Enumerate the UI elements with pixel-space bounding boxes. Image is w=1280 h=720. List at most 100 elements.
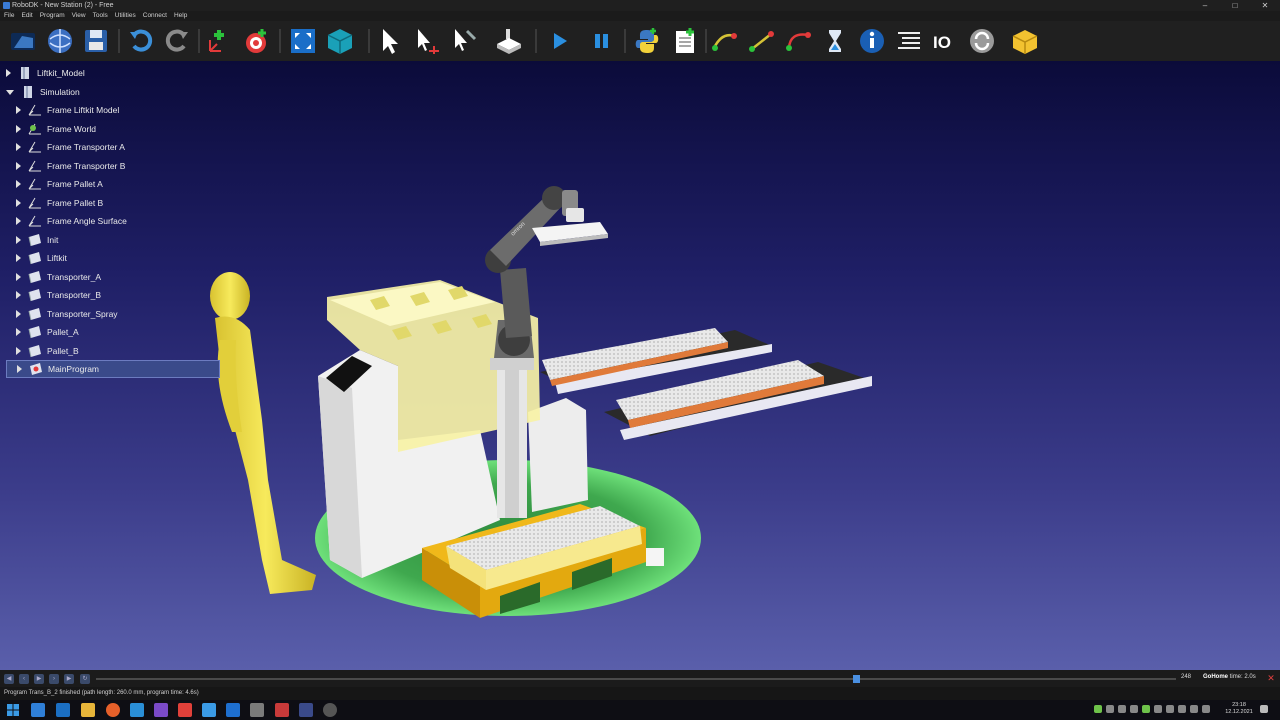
menu-view[interactable]: View	[72, 11, 86, 21]
tree-item-simulation[interactable]: Simulation	[6, 83, 80, 101]
3d-viewport[interactable]: omron Liftkit_Model Simulation Frame Lif…	[0, 61, 1280, 670]
minimize-button[interactable]: –	[1190, 0, 1220, 11]
taskbar-app-icon[interactable]	[202, 703, 216, 717]
expand-arrow-icon[interactable]	[16, 291, 21, 299]
select-icon[interactable]	[373, 24, 407, 58]
move-tool-icon[interactable]	[447, 24, 481, 58]
add-program-call-icon[interactable]	[855, 24, 889, 58]
maximize-button[interactable]: □	[1220, 0, 1250, 11]
expand-arrow-icon[interactable]	[6, 69, 11, 77]
undo-icon[interactable]	[124, 24, 158, 58]
menu-program[interactable]: Program	[40, 11, 65, 21]
notifications-icon[interactable]	[1260, 705, 1268, 713]
expand-arrow-icon[interactable]	[16, 199, 21, 207]
tree-item-transporter-b[interactable]: Transporter_B	[16, 286, 101, 304]
taskbar-app-icon[interactable]	[250, 703, 264, 717]
loop-button[interactable]: ↻	[80, 674, 90, 684]
menu-edit[interactable]: Edit	[21, 11, 32, 21]
omron-cobot-arm[interactable]: omron	[485, 186, 608, 358]
tray-icon[interactable]	[1202, 705, 1210, 713]
tree-item-frame-world[interactable]: Frame World	[16, 120, 96, 138]
expand-arrow-icon[interactable]	[17, 365, 22, 373]
tree-item-frame-liftkit-model[interactable]: Frame Liftkit Model	[16, 101, 119, 119]
menu-help[interactable]: Help	[174, 11, 187, 21]
tray-icon[interactable]	[1106, 705, 1114, 713]
wifi-icon[interactable]	[1166, 705, 1174, 713]
taskbar-app-icon[interactable]	[275, 703, 289, 717]
windows-start-icon[interactable]	[6, 703, 20, 717]
reload-icon[interactable]	[965, 24, 999, 58]
tree-item-frame-angle-surface[interactable]: Frame Angle Surface	[16, 212, 127, 230]
save-icon[interactable]	[79, 24, 113, 58]
tree-item-frame-transporter-a[interactable]: Frame Transporter A	[16, 138, 125, 156]
tray-icon[interactable]	[1154, 705, 1162, 713]
taskbar-app-icon[interactable]	[31, 703, 45, 717]
skip-end-button[interactable]: ▶	[64, 674, 74, 684]
close-window-button[interactable]: ✕	[1250, 0, 1280, 11]
firefox-icon[interactable]	[106, 703, 120, 717]
robodk-taskbar-icon[interactable]	[299, 703, 313, 717]
expand-arrow-icon[interactable]	[16, 180, 21, 188]
visual-studio-icon[interactable]	[154, 703, 168, 717]
expand-arrow-icon[interactable]	[16, 143, 21, 151]
tray-icon[interactable]	[1130, 705, 1138, 713]
tree-item-frame-pallet-b[interactable]: Frame Pallet B	[16, 194, 103, 212]
menu-connect[interactable]: Connect	[143, 11, 167, 21]
tray-icon[interactable]	[1178, 705, 1186, 713]
tree-item-transporter-a[interactable]: Transporter_A	[16, 268, 101, 286]
expand-arrow-icon[interactable]	[16, 254, 21, 262]
expand-arrow-icon[interactable]	[16, 162, 21, 170]
fit-all-icon[interactable]	[286, 24, 320, 58]
collapse-arrow-icon[interactable]	[6, 89, 14, 95]
menu-tools[interactable]: Tools	[93, 11, 108, 21]
pause-icon[interactable]	[584, 24, 618, 58]
set-io-icon[interactable]: IO	[928, 24, 962, 58]
open-station-icon[interactable]	[6, 24, 40, 58]
close-timeline-icon[interactable]: ✕	[1266, 673, 1276, 683]
tree-item-pallet-b[interactable]: Pallet_B	[16, 342, 79, 360]
package-icon[interactable]	[1008, 24, 1042, 58]
add-circular-move-icon[interactable]	[782, 24, 816, 58]
expand-arrow-icon[interactable]	[16, 310, 21, 318]
tree-item-mainprogram[interactable]: MainProgram	[6, 360, 220, 378]
volume-icon[interactable]	[1190, 705, 1198, 713]
skip-start-button[interactable]: ◀	[4, 674, 14, 684]
add-program-icon[interactable]	[668, 24, 702, 58]
place-object-icon[interactable]	[492, 24, 526, 58]
taskbar-app-icon[interactable]	[56, 703, 70, 717]
tree-item-liftkit-model[interactable]: Liftkit_Model	[6, 64, 85, 82]
tree-item-pallet-a[interactable]: Pallet_A	[16, 323, 79, 341]
taskbar-app-icon[interactable]	[323, 703, 337, 717]
tray-icon[interactable]	[1094, 705, 1102, 713]
expand-arrow-icon[interactable]	[16, 217, 21, 225]
add-python-program-icon[interactable]	[630, 24, 664, 58]
timeline-slider-thumb[interactable]	[853, 675, 860, 683]
move-reference-icon[interactable]	[410, 24, 444, 58]
taskbar-clock[interactable]: 23:18 12.12.2021	[1222, 702, 1256, 716]
tree-item-init[interactable]: Init	[16, 231, 58, 249]
expand-arrow-icon[interactable]	[16, 106, 21, 114]
add-joint-move-icon[interactable]	[708, 24, 742, 58]
add-reference-frame-icon[interactable]	[203, 24, 237, 58]
expand-arrow-icon[interactable]	[16, 273, 21, 281]
step-back-button[interactable]: ‹	[19, 674, 29, 684]
expand-arrow-icon[interactable]	[16, 236, 21, 244]
timeline-track[interactable]	[96, 678, 1176, 680]
isometric-view-icon[interactable]	[323, 24, 357, 58]
add-target-icon[interactable]	[240, 24, 274, 58]
tree-item-frame-transporter-b[interactable]: Frame Transporter B	[16, 157, 125, 175]
run-program-icon[interactable]	[542, 24, 576, 58]
taskbar-app-icon[interactable]	[226, 703, 240, 717]
menu-file[interactable]: File	[4, 11, 14, 21]
expand-arrow-icon[interactable]	[16, 328, 21, 336]
file-explorer-icon[interactable]	[81, 703, 95, 717]
add-code-icon[interactable]	[892, 24, 926, 58]
add-pause-instruction-icon[interactable]	[818, 24, 852, 58]
taskbar-app-icon[interactable]	[178, 703, 192, 717]
play-button[interactable]: ▶	[34, 674, 44, 684]
tree-item-liftkit[interactable]: Liftkit	[16, 249, 67, 267]
step-forward-button[interactable]: ›	[49, 674, 59, 684]
expand-arrow-icon[interactable]	[16, 125, 21, 133]
tray-icon[interactable]	[1118, 705, 1126, 713]
taskbar-app-icon[interactable]	[130, 703, 144, 717]
